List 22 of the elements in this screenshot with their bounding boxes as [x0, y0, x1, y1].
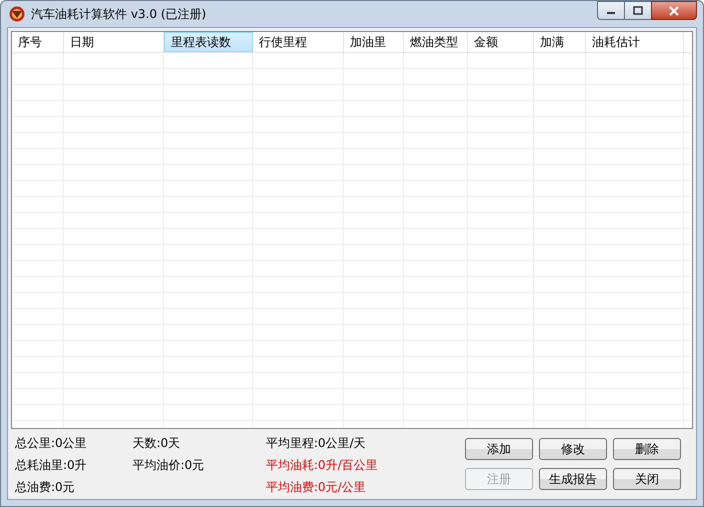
action-button[interactable]: 生成报告 [539, 468, 607, 490]
stat-label: 总公里:0公里 [15, 435, 88, 452]
maximize-button[interactable] [624, 1, 651, 20]
action-button[interactable]: 添加 [465, 438, 533, 460]
column-header[interactable]: 里程表读数 [164, 32, 253, 52]
stat-label: 平均里程:0公里/天 [266, 435, 367, 452]
close-icon [668, 6, 680, 16]
close-button[interactable] [651, 1, 697, 20]
action-button[interactable]: 修改 [539, 438, 607, 460]
stat-label: 平均油费:0元/公里 [266, 479, 367, 496]
maximize-icon [633, 6, 643, 15]
stat-label: 平均油耗:0升/百公里 [266, 457, 379, 474]
stat-label: 总油费:0元 [15, 479, 76, 496]
window-title: 汽车油耗计算软件 v3.0 (已注册) [31, 6, 206, 22]
action-button[interactable]: 删除 [613, 438, 681, 460]
minimize-button[interactable] [597, 1, 624, 20]
action-button[interactable]: 关闭 [613, 468, 681, 490]
app-logo-icon [9, 6, 25, 22]
data-table[interactable]: 序号 日期 里程表读数 行使里程 加油里 燃油类型 金额 加满 油耗估计 [11, 31, 693, 429]
stat-label: 总耗油里:0升 [15, 457, 88, 474]
stat-label: 平均油价:0元 [132, 457, 206, 474]
stat-label: 天数:0天 [132, 435, 182, 452]
